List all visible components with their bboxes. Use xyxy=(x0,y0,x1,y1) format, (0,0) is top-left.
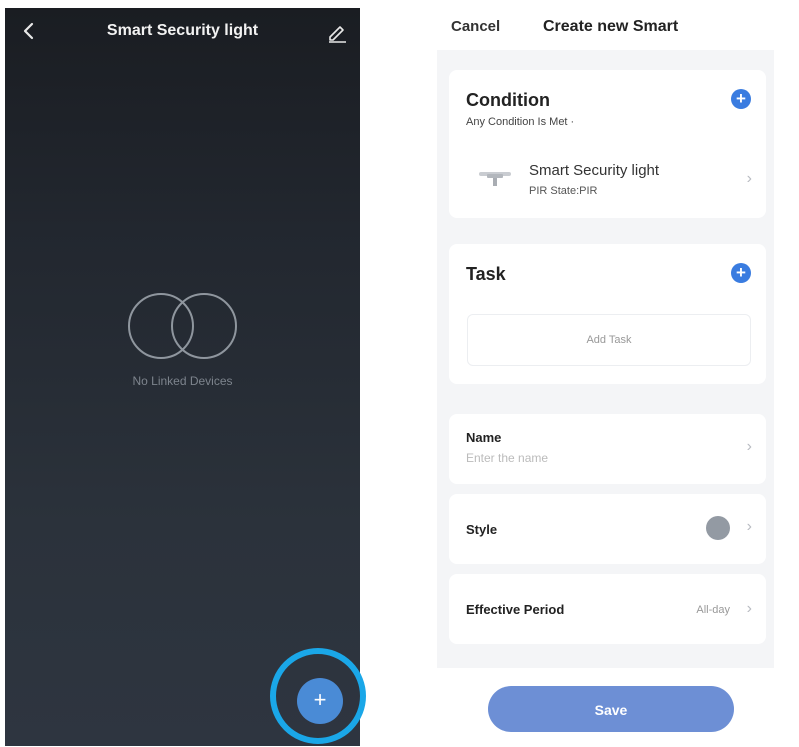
name-label: Name xyxy=(466,430,502,445)
condition-card: Condition + Any Condition Is Met · Smart… xyxy=(449,70,766,218)
chevron-right-icon[interactable]: › xyxy=(747,600,752,618)
add-task-icon[interactable]: + xyxy=(731,263,751,283)
task-title: Task xyxy=(466,264,506,284)
screen-title: Create new Smart xyxy=(543,18,679,35)
highlight-circle xyxy=(270,648,366,744)
device-screen: Smart Security light No Linked Devices + xyxy=(5,8,360,746)
top-bar: Cancel Create new Smart xyxy=(437,8,774,50)
chevron-right-icon[interactable]: › xyxy=(747,518,752,536)
security-light-device-icon xyxy=(479,172,511,186)
style-color-swatch[interactable] xyxy=(706,516,730,540)
empty-state-text: No Linked Devices xyxy=(132,374,233,388)
effective-period-row[interactable]: Effective Period All-day › xyxy=(449,574,766,644)
create-smart-screen: Cancel Create new Smart Condition + Any … xyxy=(437,8,774,746)
top-bar: Smart Security light xyxy=(5,8,360,56)
task-card: Task + Add Task xyxy=(449,244,766,384)
name-row[interactable]: Name Enter the name › xyxy=(449,414,766,484)
effective-period-value: All-day xyxy=(696,604,730,616)
effective-period-label: Effective Period xyxy=(466,602,565,617)
screen-title: Smart Security light xyxy=(106,22,259,39)
chevron-right-icon[interactable]: › xyxy=(747,170,752,188)
style-row[interactable]: Style › xyxy=(449,494,766,564)
edit-pencil-icon[interactable] xyxy=(326,21,348,43)
condition-title: Condition xyxy=(466,90,550,110)
cancel-button[interactable]: Cancel xyxy=(451,18,500,35)
add-condition-icon[interactable]: + xyxy=(731,89,751,109)
condition-mode-dropdown[interactable]: Any Condition Is Met · xyxy=(466,116,574,128)
style-label: Style xyxy=(466,522,498,537)
bottom-bar: Save xyxy=(437,668,774,746)
name-input[interactable]: Enter the name xyxy=(466,451,548,465)
add-task-button[interactable]: Add Task xyxy=(467,314,751,366)
save-button[interactable]: Save xyxy=(488,686,734,732)
condition-device-name[interactable]: Smart Security light xyxy=(529,162,659,179)
condition-device-state: PIR State:PIR xyxy=(529,185,598,197)
linked-devices-rings-icon xyxy=(128,293,237,359)
chevron-right-icon[interactable]: › xyxy=(747,438,752,456)
